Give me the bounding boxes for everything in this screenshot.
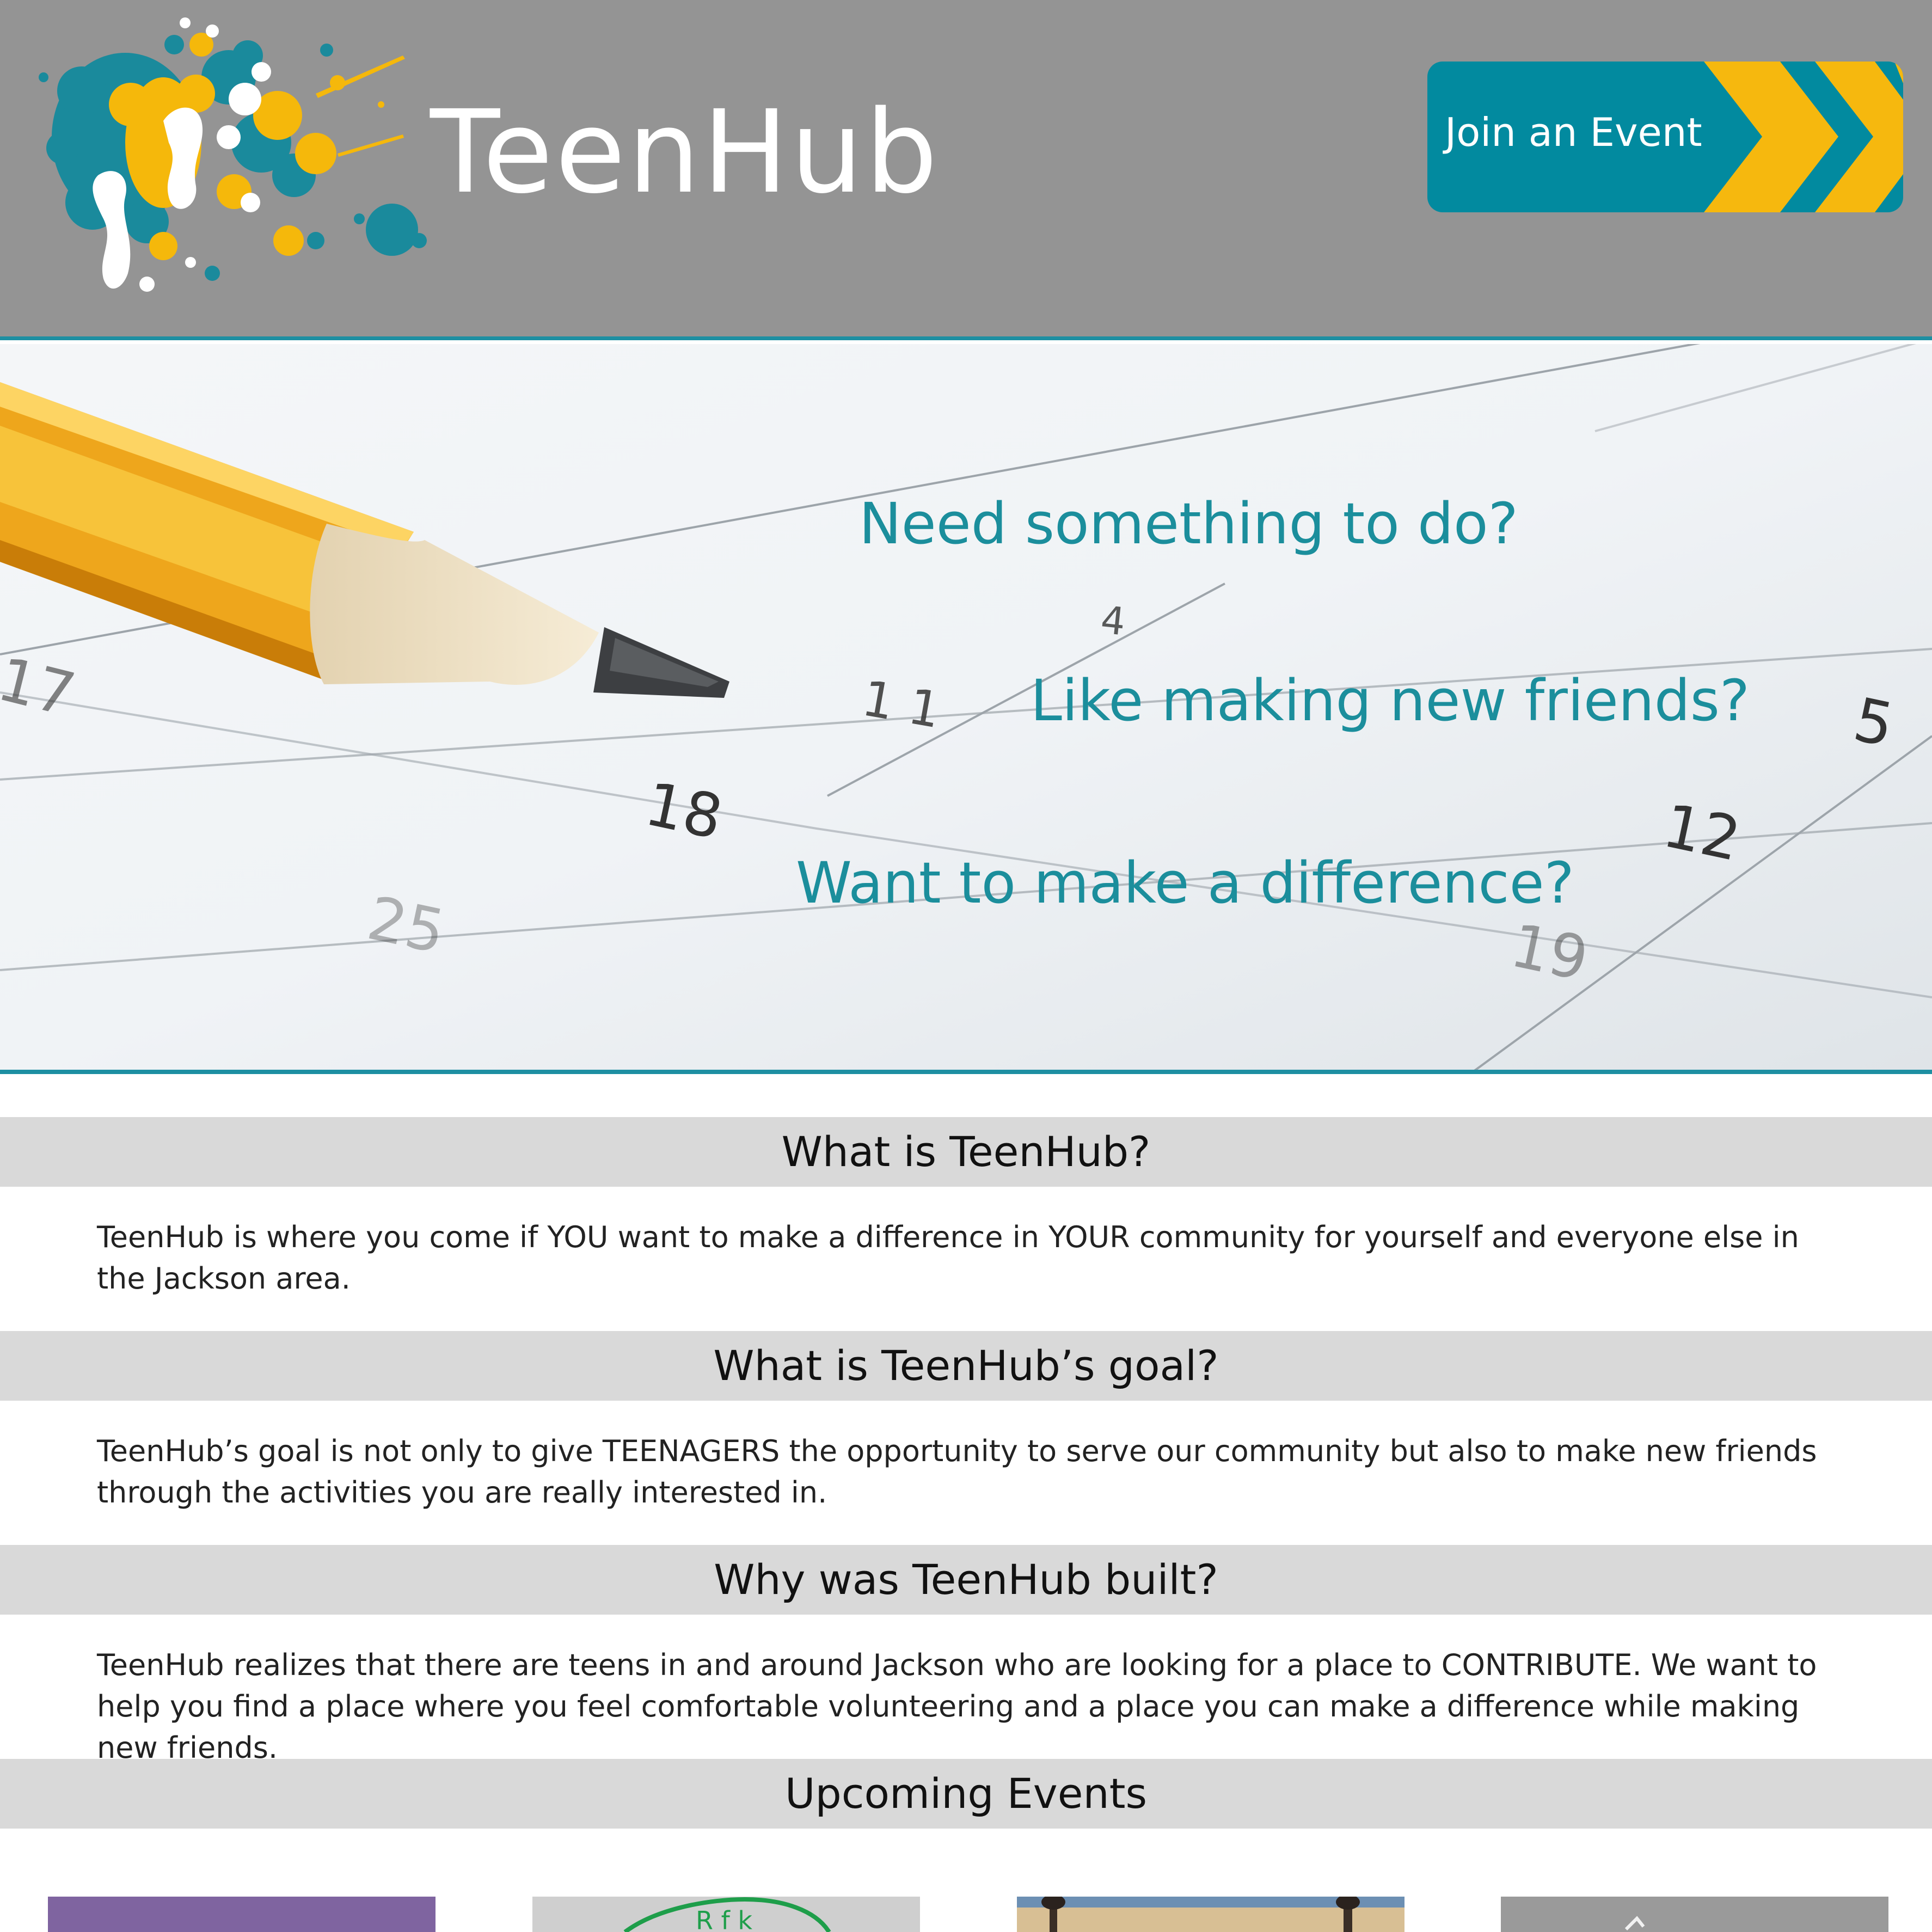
svg-text:R f k: R f k (696, 1906, 752, 1932)
paint-splatter-logo-icon (39, 17, 427, 292)
section-heading-goal: What is TeenHub’s goal? (0, 1331, 1932, 1401)
event-3-photo (1017, 1897, 1404, 1932)
join-an-event-button[interactable]: Join an Event (1427, 62, 1903, 212)
section-heading-why-built: Why was TeenHub built? (0, 1545, 1932, 1615)
site-header: TeenHub Join an Event (0, 0, 1932, 340)
event-card-4[interactable] (1501, 1897, 1888, 1932)
section-body-why-built: TeenHub realizes that there are teens in… (97, 1648, 1817, 1765)
event-card-2[interactable]: R f k (532, 1897, 920, 1932)
calendar-number-4: 4 (1099, 597, 1127, 644)
hero-tagline-2: Like making new friends? (1031, 667, 1750, 734)
event-4-logo-icon (1624, 1916, 1645, 1931)
site-title: TeenHub (430, 85, 940, 219)
join-an-event-label: Join an Event (1445, 109, 1702, 155)
event-card-1[interactable] (48, 1897, 436, 1932)
section-body-goal: TeenHub’s goal is not only to give TEENA… (97, 1434, 1817, 1510)
hero-tagline-1: Need something to do? (859, 490, 1518, 557)
section-heading-what-is: What is TeenHub? (0, 1117, 1932, 1187)
hero-banner: 4 1 1 18 25 12 19 5 17 Need something to… (0, 344, 1932, 1074)
event-2-logo-icon: R f k (623, 1897, 831, 1932)
teenhub-logo[interactable] (33, 12, 436, 309)
hero-tagline-3: Want to make a difference? (796, 850, 1574, 916)
event-card-3[interactable] (1017, 1897, 1404, 1932)
section-heading-upcoming-events: Upcoming Events (0, 1759, 1932, 1829)
section-body-what-is: TeenHub is where you come if YOU want to… (97, 1220, 1799, 1296)
